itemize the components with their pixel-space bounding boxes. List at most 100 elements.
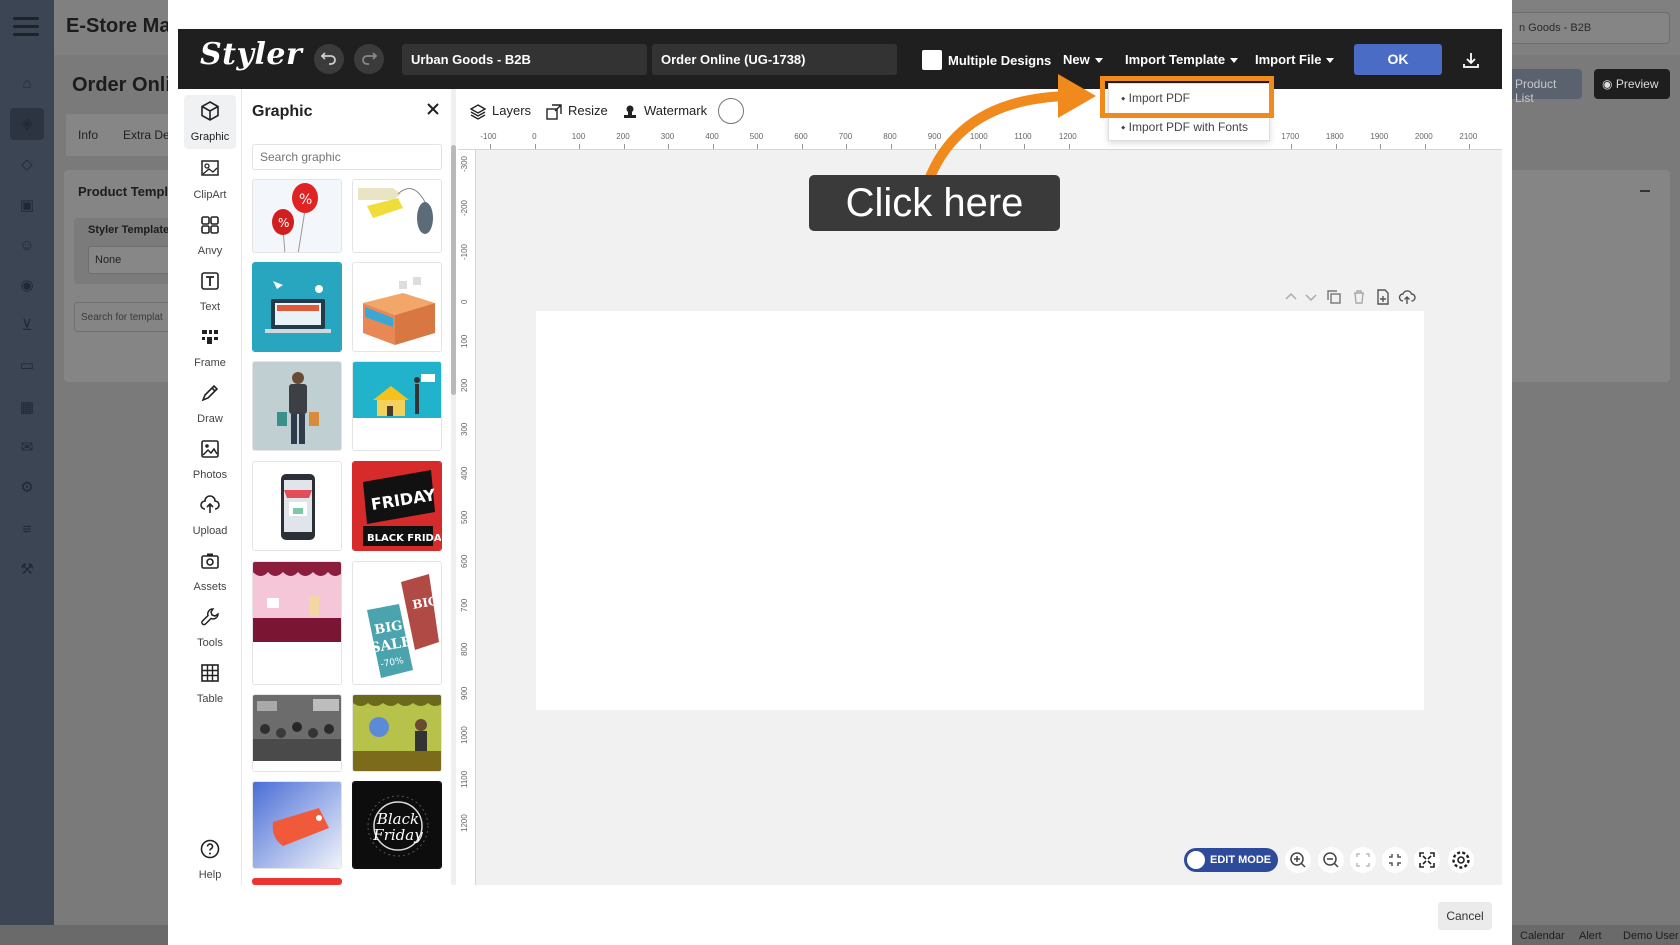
product-list-button[interactable]: Product List (1508, 69, 1582, 105)
rail-help[interactable]: Help (178, 838, 242, 881)
graphic-thumb[interactable]: FRIDAY BLACK FRIDAY (352, 461, 442, 551)
graphic-thumb[interactable] (252, 262, 342, 352)
design-page[interactable] (536, 311, 1424, 710)
collapse-icon[interactable] (1640, 190, 1650, 192)
graphic-thumb[interactable] (352, 179, 442, 253)
rail-clipart[interactable]: ClipArt (178, 158, 242, 201)
cart-icon[interactable]: ⊻ (17, 316, 37, 336)
users-icon[interactable]: ☺ (17, 236, 37, 256)
crowd-photo-graphic (253, 695, 341, 771)
cloud-upload-icon[interactable] (1398, 288, 1416, 306)
rail-draw[interactable]: Draw (178, 382, 242, 425)
undo-icon (320, 52, 336, 65)
redo-button[interactable] (354, 44, 384, 74)
rail-anvy[interactable]: Anvy (178, 214, 242, 257)
home-icon[interactable]: ⌂ (17, 74, 37, 94)
image-icon[interactable]: ▣ (17, 196, 37, 216)
zoom-out-button[interactable] (1318, 847, 1344, 873)
preview-label: Preview (1615, 77, 1659, 91)
graphic-thumb[interactable]: Black Friday (352, 781, 442, 869)
rail-label: Assets (193, 581, 227, 593)
menu-item-import-pdf-fonts[interactable]: ⬩ Import PDF with Fonts (1121, 120, 1248, 135)
ruler-label: 1700 (1281, 132, 1300, 141)
ok-button[interactable]: OK (1354, 44, 1442, 75)
rail-assets[interactable]: Assets (178, 550, 242, 593)
resize-button[interactable]: Resize (546, 103, 608, 120)
tag-icon[interactable]: ◇ (17, 155, 37, 175)
graphic-thumb[interactable]: BIG BIG SALE -70% (352, 561, 442, 685)
graphic-thumb[interactable] (252, 461, 342, 551)
import-template-menu[interactable]: Import Template (1125, 52, 1239, 67)
graphic-thumb[interactable] (252, 878, 342, 885)
dashboard-icon[interactable]: ▦ (17, 398, 37, 418)
ruler-tick (757, 144, 758, 149)
footer-alert[interactable]: Alert (1579, 930, 1602, 942)
undo-button[interactable] (314, 44, 344, 74)
delete-page-icon[interactable] (1350, 288, 1368, 306)
color-picker-button[interactable] (718, 98, 744, 124)
store-field[interactable]: Urban Goods - B2B (402, 44, 647, 75)
chevron-up-icon[interactable] (1282, 288, 1300, 306)
add-page-icon[interactable] (1374, 288, 1392, 306)
mail-icon[interactable]: ✉ (17, 438, 37, 458)
graphic-thumb[interactable] (252, 361, 342, 451)
fullscreen-button[interactable] (1414, 847, 1440, 873)
settings-icon[interactable]: ⚙ (17, 478, 37, 498)
product-field[interactable]: Order Online (UG-1738) (652, 44, 897, 75)
tab-info[interactable]: Info (78, 128, 98, 142)
search-graphic-input[interactable] (252, 144, 442, 170)
shrink-button[interactable] (1382, 847, 1408, 873)
graphic-thumb[interactable] (252, 694, 342, 772)
rail-text[interactable]: Text (178, 270, 242, 313)
preview-button[interactable]: ◉ Preview (1594, 69, 1670, 99)
sliders-icon[interactable]: ≡ (17, 520, 37, 540)
footer-user[interactable]: Demo User (1623, 930, 1679, 942)
wrench-icon[interactable]: ⚒ (17, 560, 37, 580)
ruler-label: 900 (460, 686, 469, 700)
search-templates-input[interactable]: Search for templat (74, 302, 174, 332)
location-icon[interactable]: ◉ (17, 276, 37, 296)
settings-button[interactable] (1448, 847, 1474, 873)
hamburger-icon[interactable] (13, 17, 39, 37)
ruler-label: 100 (460, 334, 469, 348)
fit-screen-button[interactable] (1350, 847, 1376, 873)
styler-template-select[interactable]: None (88, 246, 174, 274)
graphic-panel-scrollbar[interactable] (451, 145, 456, 395)
rail-label: Table (196, 693, 224, 705)
products-icon[interactable]: ◈ (10, 108, 44, 140)
rail-frame[interactable]: Frame (178, 326, 242, 369)
close-icon[interactable] (426, 102, 440, 116)
graphic-thumb[interactable] (252, 561, 342, 685)
chevron-down-icon[interactable] (1302, 288, 1320, 306)
edit-mode-toggle[interactable]: EDIT MODE (1184, 848, 1278, 872)
thumb-black-friday-text: BLACK FRIDAY (367, 533, 442, 544)
zoom-in-button[interactable] (1285, 847, 1311, 873)
clipart-icon (201, 160, 219, 176)
rail-upload[interactable]: Upload (178, 494, 242, 537)
download-icon[interactable] (1461, 50, 1481, 70)
layers-button[interactable]: Layers (470, 103, 531, 120)
toggle-knob (1187, 851, 1205, 869)
import-file-label: Import File (1255, 52, 1322, 67)
rail-graphic[interactable]: Graphic (178, 100, 242, 143)
rail-table[interactable]: Table (178, 662, 242, 705)
rail-photos[interactable]: Photos (178, 438, 242, 481)
styler-logo: Styler (200, 37, 303, 72)
rail-label: Graphic (190, 131, 230, 143)
watermark-button[interactable]: Watermark (622, 103, 707, 120)
import-file-menu[interactable]: Import File (1255, 52, 1335, 67)
footer-calendar[interactable]: Calendar (1520, 930, 1565, 942)
graphic-thumb[interactable]: % % (252, 179, 342, 253)
cancel-button[interactable]: Cancel (1438, 902, 1492, 930)
graphic-thumb[interactable] (352, 361, 442, 451)
truck-icon[interactable]: ▭ (17, 356, 37, 376)
graphic-thumb[interactable] (352, 262, 442, 352)
graphic-thumb[interactable] (352, 694, 442, 772)
tab-extra-details[interactable]: Extra De (123, 128, 170, 142)
duplicate-page-icon[interactable] (1325, 288, 1343, 306)
rail-tools[interactable]: Tools (178, 606, 242, 649)
menu-item-label: Import PDF with Fonts (1128, 120, 1249, 134)
ruler-label: 700 (460, 598, 469, 612)
graphic-thumb[interactable] (252, 781, 342, 869)
store-selector[interactable]: n Goods - B2B (1510, 12, 1670, 44)
